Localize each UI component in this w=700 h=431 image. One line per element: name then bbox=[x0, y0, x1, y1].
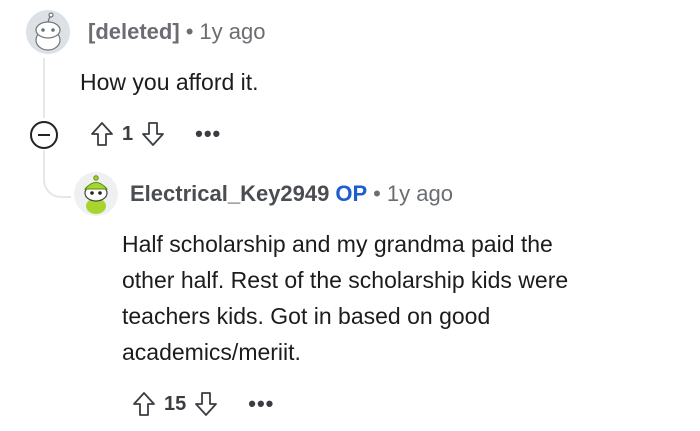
more-options-button[interactable]: ••• bbox=[195, 121, 221, 147]
meta-separator: • bbox=[185, 19, 194, 44]
comment-author[interactable]: [deleted] bbox=[88, 19, 180, 44]
meta-separator: • bbox=[373, 181, 381, 206]
downvote-button[interactable] bbox=[192, 390, 220, 418]
more-options-button[interactable]: ••• bbox=[248, 391, 274, 417]
collapse-minus-icon[interactable] bbox=[30, 121, 58, 149]
comment-body-line: teachers kids. Got in based on good bbox=[122, 303, 491, 329]
op-badge: OP bbox=[335, 181, 368, 206]
comment-meta: [deleted] • 1y ago bbox=[88, 19, 265, 45]
snoo-avatar-icon bbox=[74, 172, 118, 216]
comment-author[interactable]: Electrical_Key2949 bbox=[130, 181, 329, 206]
comment-meta: Electrical_Key2949 OP • 1y ago bbox=[130, 181, 453, 207]
reply-thread-connector bbox=[43, 150, 71, 198]
upvote-arrow-icon bbox=[91, 122, 113, 146]
upvote-arrow-icon bbox=[133, 392, 155, 416]
comment-body-line: other half. Rest of the scholarship kids… bbox=[122, 267, 569, 293]
thread-line bbox=[43, 58, 45, 118]
avatar[interactable] bbox=[74, 172, 118, 216]
comment-body-line: academics/meriit. bbox=[122, 339, 301, 365]
downvote-arrow-icon bbox=[195, 392, 218, 416]
vote-score: 1 bbox=[122, 122, 134, 145]
comment-body: Half scholarship and my grandma paid the… bbox=[122, 226, 568, 370]
vote-score: 15 bbox=[164, 392, 187, 415]
snoo-avatar-icon bbox=[26, 10, 70, 54]
comment-actions: 1 ••• bbox=[88, 120, 221, 148]
downvote-button[interactable] bbox=[139, 120, 167, 148]
upvote-button[interactable] bbox=[88, 120, 116, 148]
upvote-button[interactable] bbox=[130, 390, 158, 418]
comment-body: How you afford it. bbox=[80, 69, 259, 95]
comment-body-line: Half scholarship and my grandma paid the bbox=[122, 231, 553, 257]
avatar[interactable] bbox=[26, 10, 70, 54]
downvote-arrow-icon bbox=[142, 122, 165, 146]
comment-actions: 15 ••• bbox=[130, 390, 274, 418]
comment-timestamp: 1y ago bbox=[199, 19, 266, 44]
comment-timestamp: 1y ago bbox=[386, 181, 453, 206]
